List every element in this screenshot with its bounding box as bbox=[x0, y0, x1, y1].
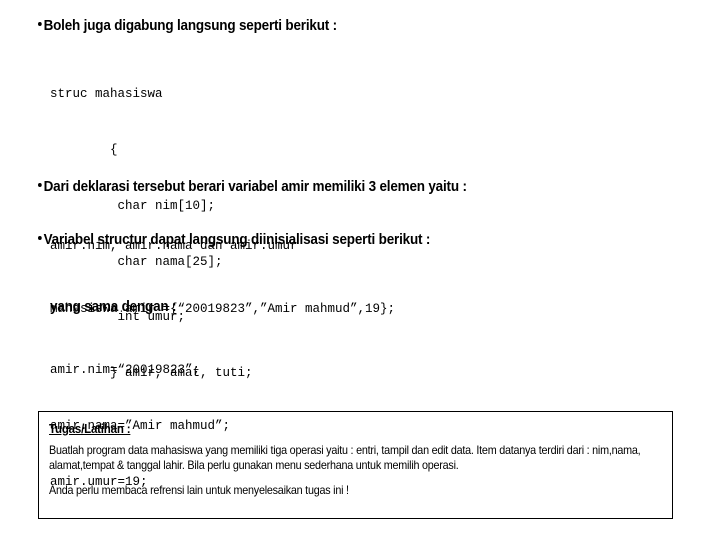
bullet-heading-dari-deklarasi-label: Dari deklarasi tersebut berari variabel … bbox=[43, 179, 467, 195]
task-box-paragraph-2: Anda perlu membaca refrensi lain untuk m… bbox=[49, 483, 349, 497]
bullet-dot-icon bbox=[38, 22, 42, 26]
bullet-dot-icon bbox=[38, 183, 42, 187]
bullet-heading-variabel-structur: Variabel structur dapat langsung diinisi… bbox=[38, 232, 430, 248]
task-box-paragraph-1: Buatlah program data mahasiswa yang memi… bbox=[49, 444, 641, 473]
bullet-heading-dari-deklarasi: Dari deklarasi tersebut berari variabel … bbox=[38, 179, 467, 195]
bullet-dot-icon bbox=[38, 236, 42, 240]
code-line-open-brace: { bbox=[50, 142, 118, 157]
subheading-yang-sama-dengan: yang sama dengan : bbox=[50, 299, 177, 315]
bullet-heading-boleh: Boleh juga digabung langsung seperti ber… bbox=[38, 18, 337, 34]
bullet-heading-variabel-structur-label: Variabel structur dapat langsung diinisi… bbox=[43, 232, 431, 248]
slide-canvas: Boleh juga digabung langsung seperti ber… bbox=[0, 0, 720, 540]
code-line-struct-header: struc mahasiswa bbox=[50, 87, 163, 102]
bullet-heading-boleh-label: Boleh juga digabung langsung seperti ber… bbox=[43, 18, 338, 34]
task-box: Tugas/Latihan : Buatlah program data mah… bbox=[38, 411, 673, 519]
task-box-title: Tugas/Latihan : bbox=[49, 422, 131, 436]
code-line-assign-nim: amir.nim=“20019823”; bbox=[50, 363, 201, 378]
